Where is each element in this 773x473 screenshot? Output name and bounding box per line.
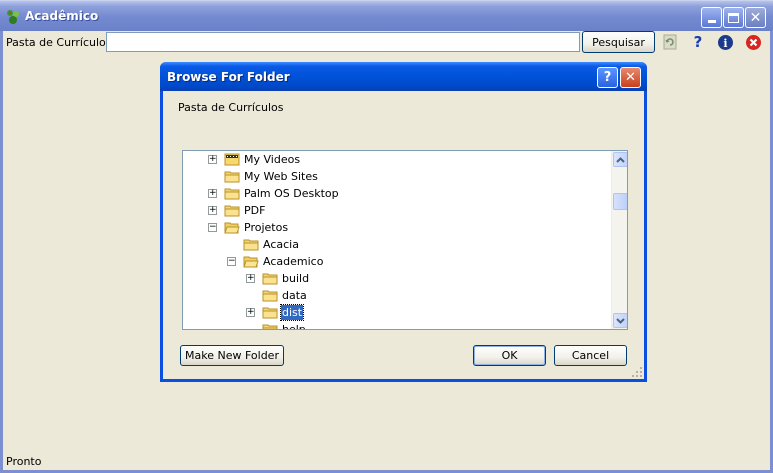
scroll-up-button[interactable] <box>613 152 627 167</box>
tree-item-label: My Web Sites <box>244 170 318 183</box>
maximize-icon <box>728 12 739 23</box>
expand-icon[interactable]: + <box>208 155 217 164</box>
exit-icon[interactable] <box>744 33 762 51</box>
tree-item-label: build <box>282 272 310 285</box>
window-close-button[interactable]: ✕ <box>745 7 766 28</box>
question-icon: ? <box>603 70 612 85</box>
resize-grip-icon[interactable] <box>631 366 643 378</box>
tree-item-label: dist <box>279 304 305 321</box>
tree-item-label: Palm OS Desktop <box>244 187 339 200</box>
tree-item-label: My Videos <box>244 153 301 166</box>
cancel-button[interactable]: Cancel <box>554 345 627 366</box>
tree-item[interactable]: − Academico <box>183 253 611 270</box>
status-text: Pronto <box>6 455 42 468</box>
folder-icon <box>243 239 259 251</box>
dialog-title-bar[interactable]: Browse For Folder ? ✕ <box>160 62 647 91</box>
folder-icon <box>224 171 240 183</box>
app-logo-icon <box>7 10 19 24</box>
dialog-title: Browse For Folder <box>167 70 290 84</box>
dialog-help-button[interactable]: ? <box>597 67 618 88</box>
chevron-down-icon <box>616 317 625 324</box>
minimize-icon <box>707 20 716 23</box>
expand-icon[interactable]: + <box>246 308 255 317</box>
folder-icon <box>224 205 240 217</box>
path-input[interactable] <box>106 32 580 52</box>
tree-scrollbar[interactable] <box>611 151 627 329</box>
collapse-icon[interactable]: − <box>227 257 236 266</box>
folder-icon <box>262 307 278 319</box>
dialog-close-button[interactable]: ✕ <box>620 67 641 88</box>
close-icon: ✕ <box>625 70 636 85</box>
open-folder-icon <box>224 222 240 234</box>
info-circle-icon: i <box>717 34 733 50</box>
folder-icon <box>262 324 278 329</box>
collapse-icon[interactable]: − <box>208 223 217 232</box>
help-glyph: ? <box>693 33 703 51</box>
tree-item[interactable]: + Palm OS Desktop <box>183 185 611 202</box>
minimize-button[interactable] <box>701 7 722 28</box>
tree-item-label: data <box>282 289 307 302</box>
scroll-thumb[interactable] <box>613 193 627 210</box>
folder-icon <box>262 273 278 285</box>
chevron-up-icon <box>616 156 625 163</box>
scroll-down-button[interactable] <box>613 313 627 328</box>
tree-item-label: Projetos <box>244 221 289 234</box>
expand-icon[interactable]: + <box>208 206 217 215</box>
expand-icon[interactable]: + <box>208 189 217 198</box>
tree-item-label: help <box>282 323 306 330</box>
window-title-bar[interactable]: Acadêmico ✕ <box>0 0 773 31</box>
folder-icon <box>262 290 278 302</box>
dialog-description: Pasta de Currículos <box>178 101 284 114</box>
search-button[interactable]: Pesquisar <box>582 31 655 53</box>
tree-item[interactable]: + dist <box>183 304 611 321</box>
path-label: Pasta de Currículos: <box>6 36 116 49</box>
tree-item[interactable]: + PDF <box>183 202 611 219</box>
maximize-button[interactable] <box>723 7 744 28</box>
video-folder-icon <box>224 153 240 166</box>
tree-item[interactable]: Acacia <box>183 236 611 253</box>
info-glyph: i <box>723 37 727 50</box>
ok-button[interactable]: OK <box>473 345 546 366</box>
info-icon[interactable]: i <box>716 33 734 51</box>
tree-item[interactable]: data <box>183 287 611 304</box>
tree-item[interactable]: − Projetos <box>183 219 611 236</box>
refresh-icon[interactable] <box>661 33 679 51</box>
tree-item[interactable]: help <box>183 321 611 330</box>
expand-icon[interactable]: + <box>246 274 255 283</box>
folder-icon <box>224 188 240 200</box>
help-icon[interactable]: ? <box>689 33 707 51</box>
close-icon: ✕ <box>749 9 762 26</box>
tree-item[interactable]: + build <box>183 270 611 287</box>
tree-item[interactable]: My Web Sites <box>183 168 611 185</box>
open-folder-icon <box>243 256 259 268</box>
tree-item-label: PDF <box>244 204 266 217</box>
make-new-folder-button[interactable]: Make New Folder <box>180 345 284 366</box>
folder-tree[interactable]: + My Videos My Web Sites + Palm OS Desktop + P… <box>182 150 628 330</box>
tree-item-label: Academico <box>263 255 324 268</box>
tree-item-label: Acacia <box>263 238 299 251</box>
window-title: Acadêmico <box>25 9 99 23</box>
browse-folder-dialog: Browse For Folder ? ✕ Pasta de Currículo… <box>160 62 647 382</box>
tree-item[interactable]: + My Videos <box>183 151 611 168</box>
